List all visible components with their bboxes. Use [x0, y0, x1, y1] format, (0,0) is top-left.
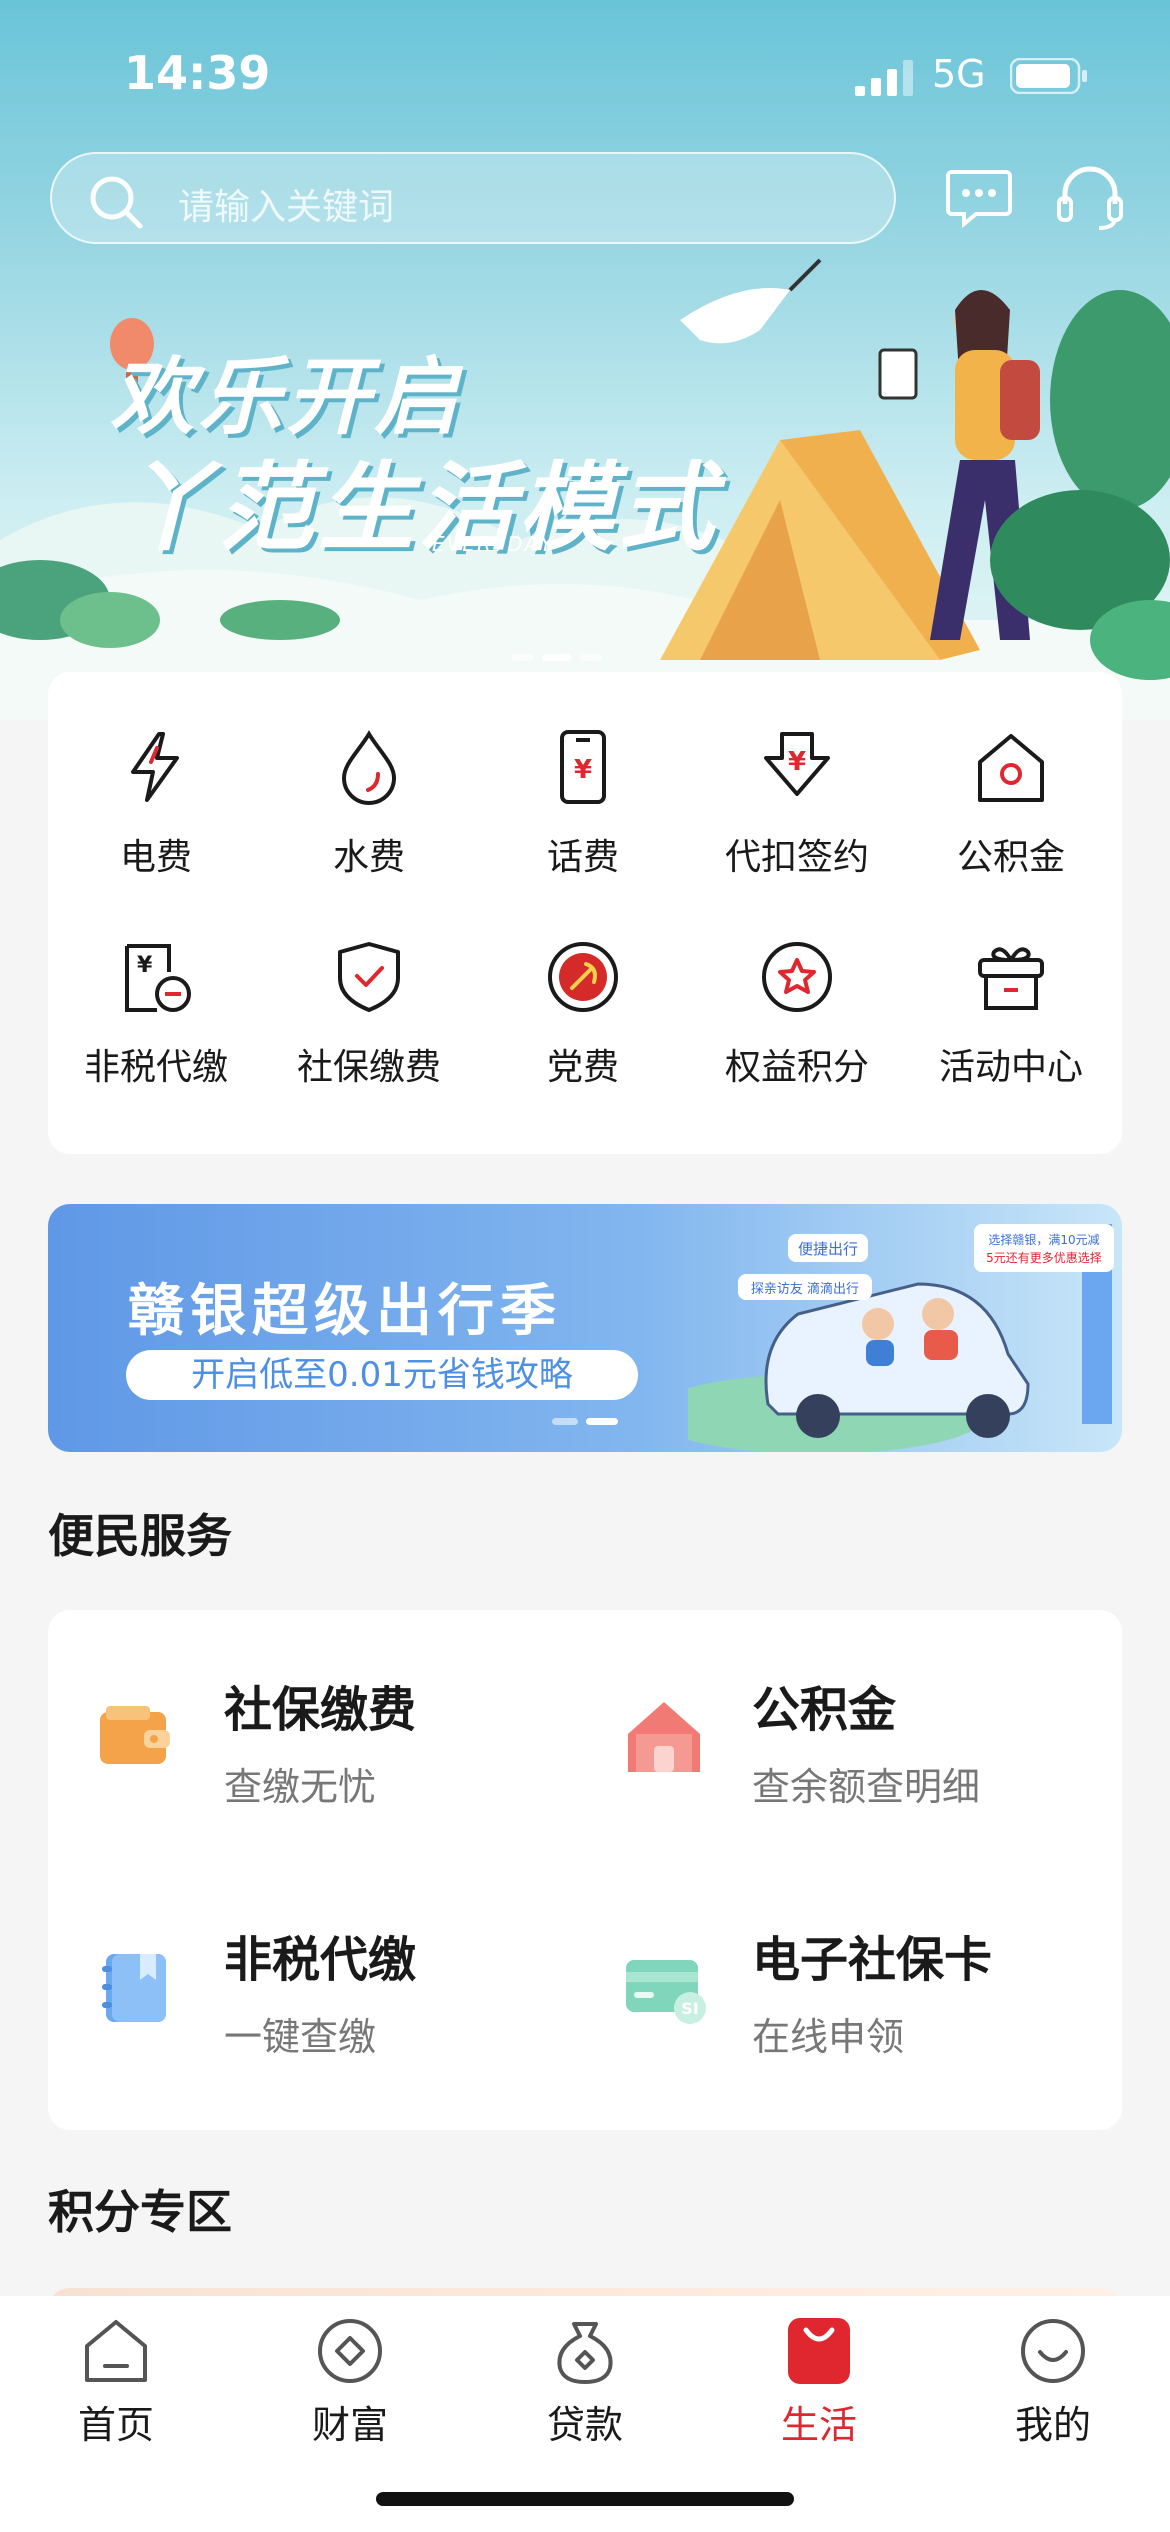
promo-title: 赣银超级出行季 — [128, 1279, 562, 1344]
tax-doc-icon: ¥ — [125, 944, 191, 1012]
service-title: 电子社保卡 — [752, 1932, 993, 1988]
service-subtitle: 查缴无忧 — [224, 1765, 377, 1809]
search-input[interactable]: 请输入关键词 — [50, 152, 896, 244]
service-subtitle: 一键查缴 — [224, 2015, 377, 2059]
shopping-bag-icon — [788, 2318, 850, 2384]
grid-label: 公积金 — [956, 837, 1065, 878]
promo-pagination — [548, 1410, 622, 1429]
home-icon — [628, 1702, 700, 1772]
service-housing-fund[interactable]: 公积金 查余额查明细 — [576, 1610, 1076, 1830]
svg-text:¥: ¥ — [788, 747, 806, 777]
hero-banner[interactable]: 14:39 5G 请输入关键词 欢乐开启 丫范生活模式 EVERYDAY — [0, 0, 1170, 720]
grid-item-points[interactable]: 权益积分 — [690, 882, 904, 1088]
lightning-icon — [131, 732, 179, 802]
promo-bubble-2: 探亲访友 滴滴出行 — [751, 1281, 859, 1297]
home-tab-icon — [85, 2320, 147, 2382]
service-subtitle: 在线申领 — [752, 2015, 905, 2059]
tab-label: 财富 — [311, 2403, 388, 2447]
shield-check-icon — [338, 942, 400, 1012]
tab-life[interactable]: 生活 — [739, 2314, 899, 2449]
service-subtitle: 查余额查明细 — [752, 1765, 981, 1809]
customer-service-icon[interactable] — [1055, 164, 1125, 232]
water-drop-icon — [341, 730, 397, 805]
network-type: 5G — [932, 52, 986, 96]
service-non-tax[interactable]: 非税代缴 一键查缴 — [48, 1860, 548, 2080]
convenience-section-title: 便民服务 — [48, 1509, 232, 1563]
promo-subtitle: 开启低至0.01元省钱攻略 — [126, 1350, 638, 1400]
tab-mine[interactable]: 我的 — [973, 2314, 1133, 2449]
grid-item-activity-center[interactable]: 活动中心 — [904, 882, 1118, 1088]
promo-illustration: 便捷出行 探亲访友 滴滴出行 选择赣银，满10元减 5元还有更多优惠选择 — [688, 1224, 1114, 1452]
pagination-dot — [552, 1418, 578, 1425]
pagination-dot — [580, 654, 602, 661]
banner-tag: EVERYDAY — [432, 532, 555, 556]
grid-item-auto-debit[interactable]: ¥ 代扣签约 — [690, 672, 904, 878]
grid-item-phone-bill[interactable]: ¥ 话费 — [476, 672, 690, 878]
phone-bill-icon: ¥ — [560, 730, 606, 804]
tab-label: 贷款 — [546, 2403, 623, 2447]
home-indicator — [376, 2492, 794, 2506]
search-placeholder: 请输入关键词 — [178, 187, 395, 228]
grid-item-water[interactable]: 水费 — [262, 672, 476, 878]
tab-home[interactable]: 首页 — [36, 2314, 196, 2449]
wallet-icon — [100, 1706, 170, 1764]
promo-bubble-3: 选择赣银，满10元减 — [988, 1233, 1099, 1247]
service-title: 非税代缴 — [224, 1932, 417, 1988]
status-bar: 14:39 5G — [0, 0, 1170, 150]
grid-item-social-insurance[interactable]: 社保缴费 — [262, 882, 476, 1088]
pagination-dot — [512, 654, 534, 661]
svg-text:SI: SI — [681, 1999, 698, 2018]
battery-icon — [1010, 58, 1087, 94]
banner-pagination — [508, 646, 606, 665]
service-social-insurance[interactable]: 社保缴费 查缴无忧 — [48, 1610, 548, 1830]
grid-label: 活动中心 — [938, 1047, 1083, 1088]
message-icon[interactable] — [946, 168, 1012, 228]
tab-label: 我的 — [1014, 2403, 1091, 2447]
grid-item-party-dues[interactable]: 党费 — [476, 882, 690, 1088]
grid-label: 社保缴费 — [296, 1047, 441, 1088]
pagination-dot-active — [542, 654, 572, 661]
promo-banner[interactable]: 赣银超级出行季 开启低至0.01元省钱攻略 便捷出行 探亲访友 滴滴出行 选择赣… — [48, 1204, 1122, 1452]
svg-text:¥: ¥ — [574, 755, 592, 785]
grid-item-electricity[interactable]: 电费 — [49, 672, 263, 878]
promo-bubble-1: 便捷出行 — [798, 1240, 858, 1258]
signal-icon — [855, 60, 913, 96]
tab-loan[interactable]: 贷款 — [505, 2314, 665, 2449]
search-icon — [90, 176, 143, 229]
service-title: 公积金 — [752, 1682, 897, 1738]
party-emblem-icon — [548, 942, 618, 1012]
status-time: 14:39 — [124, 46, 271, 100]
svg-text:¥: ¥ — [137, 953, 153, 978]
pagination-dot-active — [586, 1418, 618, 1425]
promo-bubble-4: 5元还有更多优惠选择 — [986, 1251, 1102, 1265]
banner-title-line2: 丫范生活模式 — [118, 452, 718, 564]
wealth-icon — [318, 2319, 382, 2383]
quick-services-grid: 电费 水费 ¥ 话费 ¥ 代扣签约 公积金 ¥ 非税代缴 社保缴费 党费 权益积… — [48, 672, 1122, 1154]
convenience-services-card: 社保缴费 查缴无忧 公积金 查余额查明细 非税代缴 一键查缴 SI 电子社保卡 … — [48, 1610, 1122, 2130]
points-section-title: 积分专区 — [48, 2185, 232, 2239]
grid-label: 党费 — [546, 1047, 619, 1088]
grid-label: 话费 — [546, 837, 619, 878]
smile-profile-icon — [1021, 2319, 1085, 2383]
grid-label: 非税代缴 — [83, 1047, 228, 1088]
grid-label: 电费 — [119, 837, 192, 878]
tab-wealth[interactable]: 财富 — [270, 2314, 430, 2449]
social-card-icon: SI — [626, 1960, 706, 2024]
gift-box-icon — [978, 947, 1044, 1010]
grid-label: 权益积分 — [724, 1047, 869, 1088]
star-badge-icon — [762, 942, 832, 1012]
loan-bag-icon — [557, 2322, 613, 2384]
grid-label: 水费 — [332, 837, 405, 878]
grid-item-non-tax[interactable]: ¥ 非税代缴 — [49, 882, 263, 1088]
house-icon — [978, 734, 1044, 802]
service-e-social-card[interactable]: SI 电子社保卡 在线申领 — [576, 1860, 1076, 2080]
grid-label: 代扣签约 — [724, 837, 869, 878]
notebook-icon — [102, 1954, 166, 2022]
tab-label: 首页 — [77, 2403, 154, 2447]
service-title: 社保缴费 — [224, 1682, 417, 1738]
yuan-download-icon: ¥ — [764, 732, 830, 796]
grid-item-housing-fund[interactable]: 公积金 — [904, 672, 1118, 878]
tab-label: 生活 — [780, 2403, 857, 2447]
